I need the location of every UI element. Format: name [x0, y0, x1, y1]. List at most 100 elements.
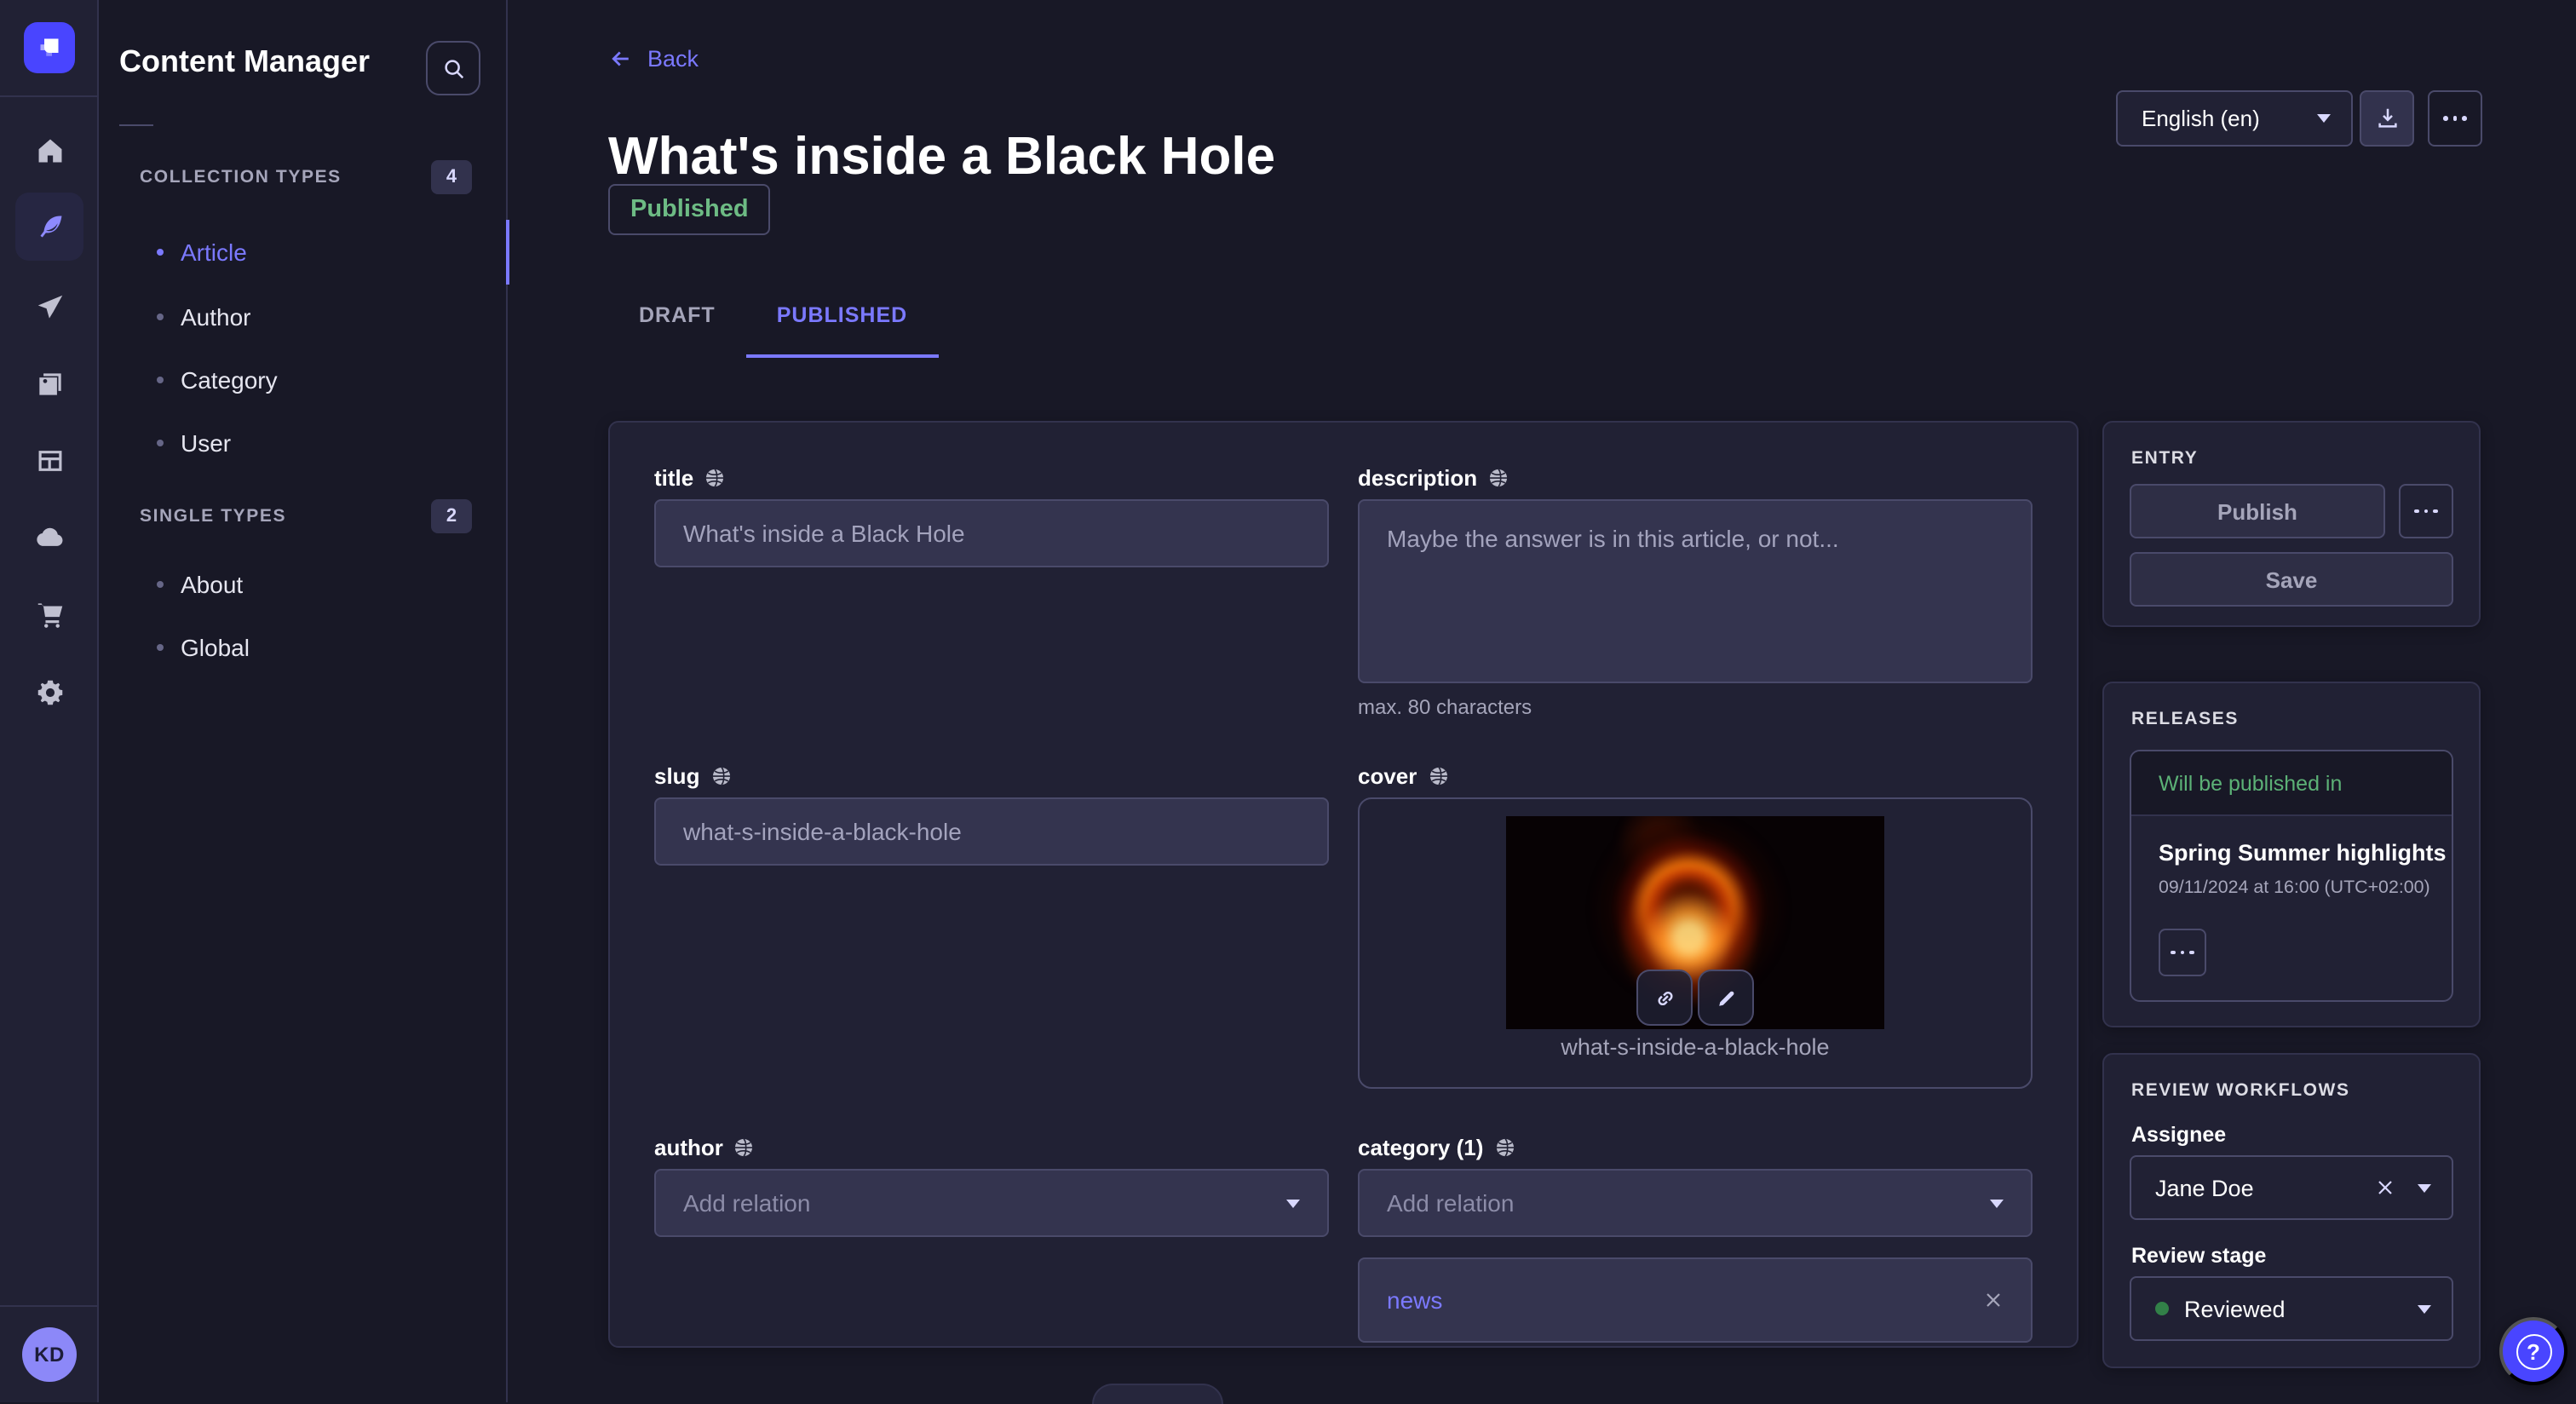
chevron-down-icon	[1990, 1199, 2004, 1207]
nav-home-button[interactable]	[15, 116, 83, 184]
chevron-down-icon	[1286, 1199, 1300, 1207]
content-area: Back What's inside a Black Hole Publishe…	[508, 0, 2576, 1402]
ellipsis-icon	[2414, 509, 2437, 514]
sidebar-item-label: User	[181, 429, 231, 457]
bullet-dot	[157, 581, 164, 588]
back-link[interactable]: Back	[608, 46, 699, 72]
locale-value: English (en)	[2142, 106, 2260, 131]
cover-media-box: what-s-inside-a-black-hole	[1358, 797, 2033, 1089]
locale-select[interactable]: English (en)	[2116, 90, 2353, 147]
section-collection-types: COLLECTION TYPES	[140, 167, 342, 187]
cover-field-label: cover	[1358, 763, 1449, 789]
category-field-label: category (1)	[1358, 1135, 1515, 1160]
author-relation-select[interactable]: Add relation	[654, 1169, 1329, 1237]
sidebar-item-about[interactable]: About	[99, 552, 508, 617]
tab-published[interactable]: PUBLISHED	[746, 283, 938, 358]
entry-more-button[interactable]	[2399, 484, 2453, 538]
remove-relation-button[interactable]	[1983, 1290, 2004, 1310]
single-types-count-badge: 2	[431, 499, 472, 533]
cover-caption: what-s-inside-a-black-hole	[1360, 1034, 2031, 1060]
search-button[interactable]	[426, 41, 480, 95]
releases-panel: RELEASES Will be published in Spring Sum…	[2102, 682, 2481, 1027]
copy-link-button[interactable]	[1636, 970, 1693, 1026]
title-field-label: title	[654, 465, 726, 491]
label-text: slug	[654, 763, 699, 789]
page-title: What's inside a Black Hole	[608, 126, 1275, 187]
header-more-button[interactable]	[2428, 90, 2482, 147]
cloud-icon	[32, 520, 66, 554]
sidebar-item-user[interactable]: User	[99, 411, 508, 475]
category-relation-item: news	[1358, 1257, 2033, 1343]
relation-news-link[interactable]: news	[1387, 1286, 1442, 1314]
pictures-icon	[33, 367, 66, 400]
review-stage-select[interactable]: Reviewed	[2130, 1276, 2453, 1341]
bullet-dot	[157, 377, 164, 383]
close-icon	[2375, 1177, 2395, 1198]
version-tabs: DRAFT PUBLISHED	[608, 283, 938, 358]
help-button[interactable]: ?	[2499, 1317, 2567, 1385]
pencil-icon	[1714, 986, 1738, 1010]
review-workflows-panel: REVIEW WORKFLOWS Assignee Jane Doe Revie…	[2102, 1053, 2481, 1368]
bullet-dot	[157, 440, 164, 446]
edit-image-button[interactable]	[1698, 970, 1754, 1026]
cart-icon	[33, 597, 66, 630]
sidebar-item-label: Category	[181, 366, 278, 394]
release-name: Spring Summer highlights	[2159, 840, 2447, 866]
save-button[interactable]: Save	[2130, 552, 2453, 607]
description-hint: max. 80 characters	[1358, 695, 1532, 719]
label-text: title	[654, 465, 693, 491]
nav-settings-button[interactable]	[15, 658, 83, 726]
nav-divider-bottom	[0, 1305, 97, 1307]
below-fold-element	[1092, 1384, 1223, 1404]
strapi-logo[interactable]	[24, 22, 75, 73]
sidebar-item-global[interactable]: Global	[99, 615, 508, 680]
nav-deploy-cloud-button[interactable]	[15, 503, 83, 571]
nav-content-type-builder-button[interactable]	[15, 426, 83, 494]
publish-button[interactable]: Publish	[2130, 484, 2385, 538]
sidebar-item-article[interactable]: Article	[99, 220, 508, 285]
entry-form-card: title description Maybe the answer is in…	[608, 421, 2079, 1348]
user-avatar[interactable]: KD	[22, 1327, 77, 1382]
section-single-types: SINGLE TYPES	[140, 506, 286, 526]
paper-plane-icon	[33, 291, 66, 323]
download-icon	[2374, 106, 2400, 131]
nav-content-manager-button[interactable]	[15, 193, 83, 261]
locale-globe-icon	[1487, 467, 1509, 489]
chevron-down-icon	[2317, 114, 2331, 123]
nav-marketplace-button[interactable]	[15, 579, 83, 647]
release-more-button[interactable]	[2159, 929, 2206, 976]
label-text: cover	[1358, 763, 1417, 789]
category-relation-select[interactable]: Add relation	[1358, 1169, 2033, 1237]
assignee-select[interactable]: Jane Doe	[2130, 1155, 2453, 1220]
home-icon	[33, 134, 66, 166]
ellipsis-icon	[2171, 950, 2194, 955]
nav-media-library-button[interactable]	[15, 349, 83, 417]
nav-releases-button[interactable]	[15, 273, 83, 341]
slug-input[interactable]	[654, 797, 1329, 866]
bullet-dot	[157, 249, 164, 256]
export-download-button[interactable]	[2360, 90, 2414, 147]
back-label: Back	[647, 46, 699, 72]
label-text: description	[1358, 465, 1477, 491]
slug-field-label: slug	[654, 763, 732, 789]
author-field-label: author	[654, 1135, 756, 1160]
description-textarea[interactable]: Maybe the answer is in this article, or …	[1358, 499, 2033, 683]
relation-placeholder: Add relation	[683, 1189, 810, 1217]
link-icon	[1653, 986, 1676, 1010]
review-stage-label: Review stage	[2131, 1244, 2266, 1268]
title-input[interactable]	[654, 499, 1329, 567]
bullet-dot	[157, 644, 164, 651]
stage-status-dot	[2155, 1302, 2169, 1315]
locale-globe-icon	[1493, 1136, 1515, 1159]
sidebar-item-category[interactable]: Category	[99, 348, 508, 412]
ellipsis-icon	[2443, 116, 2466, 121]
clear-assignee-button[interactable]	[2375, 1177, 2395, 1198]
entry-panel: ENTRY Publish Save	[2102, 421, 2481, 627]
release-card: Will be published in Spring Summer highl…	[2130, 750, 2453, 1002]
description-field-label: description	[1358, 465, 1509, 491]
sidebar-item-label: Global	[181, 634, 250, 661]
gear-icon	[33, 676, 66, 708]
question-icon: ?	[2516, 1333, 2551, 1369]
sidebar-item-author[interactable]: Author	[99, 285, 508, 349]
tab-draft[interactable]: DRAFT	[608, 283, 746, 358]
